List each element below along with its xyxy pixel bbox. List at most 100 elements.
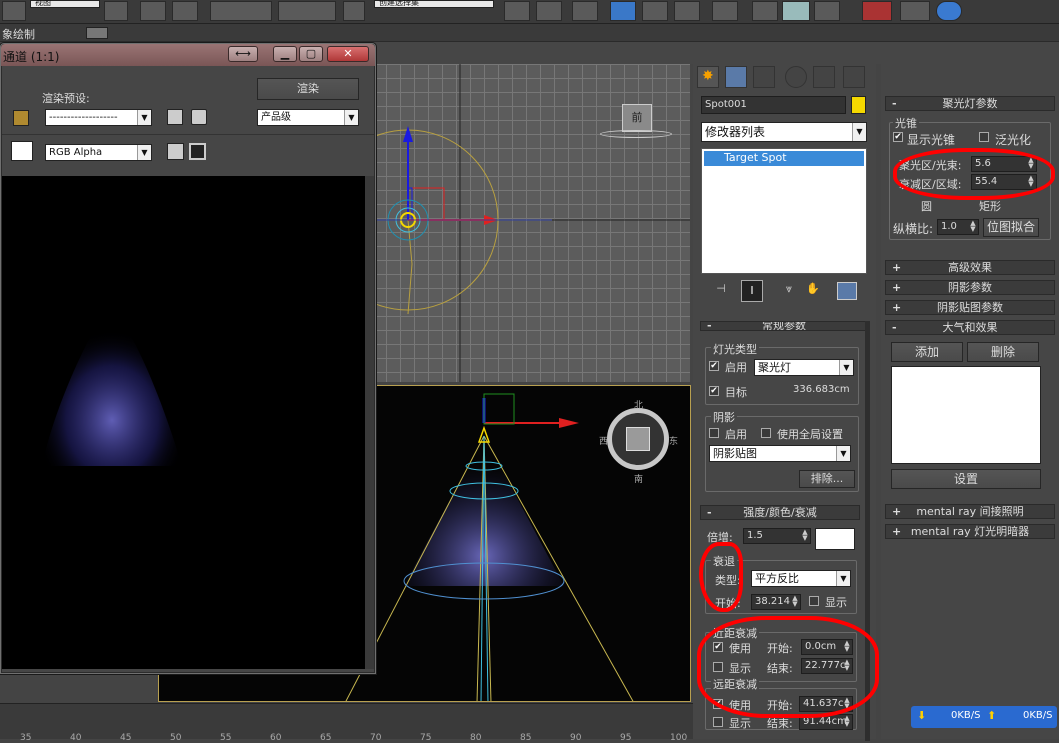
menu-dropdown-icon[interactable] (86, 27, 108, 39)
light-color-swatch[interactable] (815, 528, 855, 550)
main-toolbar: 视图 创建选择集 (0, 0, 1059, 24)
intensity-header[interactable]: - 强度/颜色/衰减 (700, 505, 860, 520)
aspect-spinner[interactable]: 1.0 ▲ ▼ (937, 219, 979, 235)
mr-indirect-header[interactable]: + mental ray 间接照明 (885, 504, 1055, 519)
decay-type-dropdown[interactable]: 平方反比 ▼ (751, 570, 851, 587)
light-enable-checkbox[interactable]: ✔ (709, 361, 719, 371)
overshoot-checkbox[interactable] (979, 132, 989, 142)
object-name-input[interactable]: Spot001 (701, 96, 846, 114)
expand-icon[interactable]: ⟷ (228, 46, 258, 62)
curve-editor-icon[interactable] (642, 1, 668, 21)
add-effect-button[interactable]: 添加 (891, 342, 963, 362)
graph-editor-icon[interactable] (610, 1, 636, 21)
shadow-enable-checkbox[interactable] (709, 428, 719, 438)
clear-icon[interactable] (189, 143, 206, 160)
render-window-title: 通道 (1:1) (3, 50, 60, 64)
setup-button[interactable]: 设置 (891, 469, 1041, 489)
snap-icon[interactable] (210, 1, 272, 21)
hierarchy-tab-icon[interactable] (753, 66, 775, 88)
annotation-cone (893, 148, 1055, 200)
decay-start-spinner[interactable]: 38.214 ▲ ▼ (751, 594, 801, 610)
render-preset-dropdown[interactable]: ------------------- ▼ (45, 109, 152, 126)
decay-show-checkbox[interactable] (809, 596, 819, 606)
network-icon[interactable] (900, 1, 930, 21)
stack-item-target-spot[interactable]: Target Spot (704, 151, 864, 166)
viewcube-box[interactable] (626, 427, 650, 451)
selection-filter-icon[interactable] (104, 1, 128, 21)
mr-light-shader-header[interactable]: + mental ray 灯光明暗器 (885, 524, 1055, 539)
utilities-tab-icon[interactable] (843, 66, 865, 88)
preset-save-icon[interactable] (167, 109, 183, 125)
shadow-type-dropdown[interactable]: 阴影贴图 ▼ (709, 445, 851, 462)
view-dropdown[interactable]: 视图 (30, 0, 100, 8)
spelling-icon[interactable] (343, 1, 365, 21)
mirror-icon[interactable] (504, 1, 530, 21)
viewcube-ring[interactable] (600, 130, 672, 138)
layer-icon[interactable] (572, 1, 598, 21)
close-icon[interactable]: ✕ (327, 46, 369, 62)
atmos-effects-header[interactable]: - 大气和效果 (885, 320, 1055, 335)
spotlight-params-header[interactable]: - 聚光灯参数 (885, 96, 1055, 111)
viewcube[interactable]: 前 (622, 104, 652, 132)
front-viewport[interactable]: 前 (372, 64, 690, 382)
render-frame-window[interactable]: 通道 (1:1) ⟷ ▁ ▢ ✕ 渲染预设: 渲染 --------------… (0, 43, 376, 674)
show-cone-checkbox[interactable]: ✔ (893, 132, 903, 142)
move-icon[interactable] (140, 1, 166, 21)
target-checkbox[interactable]: ✔ (709, 386, 719, 396)
display-tab-icon[interactable] (813, 66, 835, 88)
viewcube-label: 前 (631, 111, 643, 124)
layout-icon[interactable] (2, 1, 26, 21)
show-end-result-icon[interactable]: Ⅰ (741, 280, 763, 302)
material-editor-icon[interactable] (712, 1, 738, 21)
configure-sets-icon[interactable] (837, 282, 857, 300)
web-icon[interactable] (936, 1, 962, 21)
create-tab-icon[interactable]: ✸ (697, 66, 719, 88)
mono-icon[interactable] (167, 143, 184, 160)
maximize-icon[interactable]: ▢ (299, 46, 323, 62)
viewcube-compass[interactable] (607, 408, 669, 470)
use-global-checkbox[interactable] (761, 428, 771, 438)
lock-icon[interactable] (13, 110, 29, 126)
download-speed: 0KB/S (951, 710, 981, 721)
color-swatch[interactable] (11, 141, 33, 161)
object-color-swatch[interactable] (851, 96, 866, 114)
make-unique-icon[interactable]: ⩔ (779, 282, 799, 300)
app-icon[interactable] (862, 1, 892, 21)
rotate-icon[interactable] (172, 1, 198, 21)
general-params-header[interactable]: - 常规参数 (700, 321, 868, 331)
pin-stack-icon[interactable]: ⊣ (711, 282, 731, 300)
modifier-stack[interactable]: Target Spot (701, 148, 867, 274)
render-frame-icon[interactable] (782, 1, 810, 21)
render-scrollbar[interactable] (365, 176, 374, 669)
remove-modifier-icon[interactable]: ✋ (803, 282, 823, 300)
advanced-effects-header[interactable]: + 高级效果 (885, 260, 1055, 275)
named-selection-input[interactable]: 创建选择集 (374, 0, 494, 8)
effects-list[interactable] (891, 366, 1041, 464)
channel-dropdown[interactable]: RGB Alpha ▼ (45, 144, 152, 161)
delete-effect-button[interactable]: 删除 (967, 342, 1039, 362)
time-ruler[interactable]: 35 40 45 50 55 60 65 70 75 80 85 90 95 100 (0, 703, 700, 743)
shadow-map-params-header[interactable]: + 阴影贴图参数 (885, 300, 1055, 315)
modifier-list-dropdown[interactable]: 修改器列表 ▼ (701, 122, 867, 142)
ruler-tick-label: 50 (170, 733, 182, 743)
far-show-checkbox[interactable] (713, 717, 723, 727)
exclude-button[interactable]: 排除... (799, 470, 855, 488)
ruler-tick-label: 40 (70, 733, 82, 743)
minimize-icon[interactable]: ▁ (273, 46, 297, 62)
motion-tab-icon[interactable] (785, 66, 807, 88)
render-setup-icon[interactable] (752, 1, 778, 21)
render-window-titlebar[interactable]: 通道 (1:1) ⟷ ▁ ▢ ✕ (1, 44, 375, 66)
schematic-icon[interactable] (674, 1, 700, 21)
render-icon[interactable] (814, 1, 840, 21)
render-settings-icon[interactable] (191, 109, 207, 125)
render-button[interactable]: 渲染 (257, 78, 359, 100)
shadow-params-header[interactable]: + 阴影参数 (885, 280, 1055, 295)
light-type-dropdown[interactable]: 聚光灯 ▼ (754, 359, 854, 376)
quality-dropdown[interactable]: 产品级 ▼ (257, 109, 359, 126)
multiplier-spinner[interactable]: 1.5 ▲ ▼ (743, 528, 811, 544)
angle-snap-icon[interactable] (278, 1, 336, 21)
ruler-tick-label: 100 (670, 733, 688, 743)
modify-tab-icon[interactable] (725, 66, 747, 88)
align-icon[interactable] (536, 1, 562, 21)
bitmap-fit-button[interactable]: 位图拟合 (983, 218, 1039, 237)
